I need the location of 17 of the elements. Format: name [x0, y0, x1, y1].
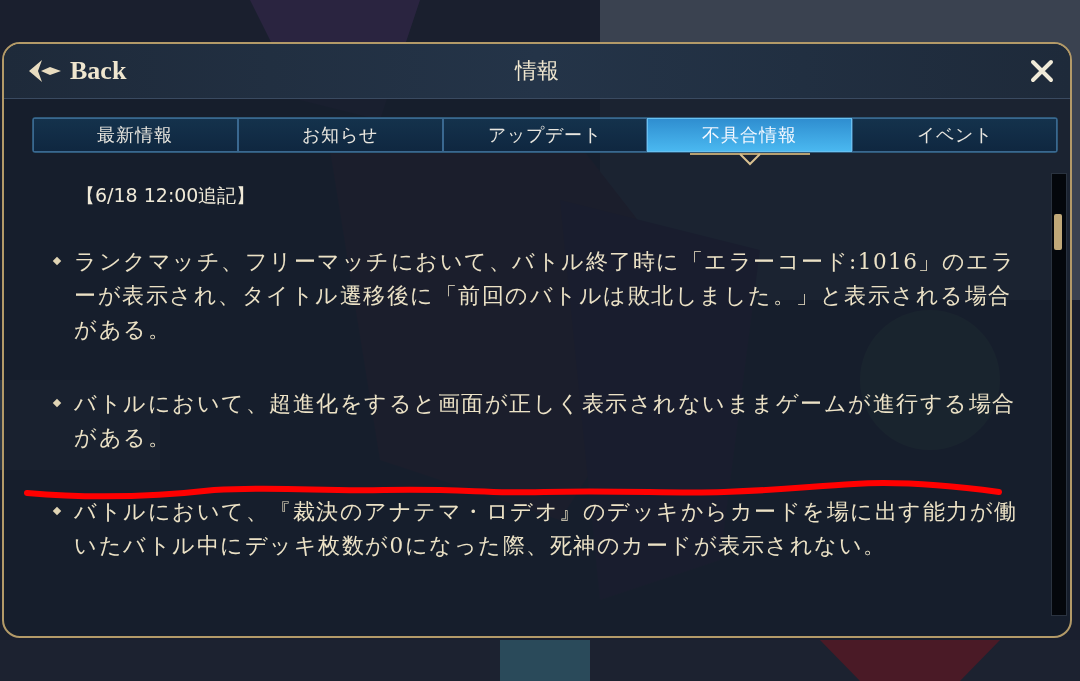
notice-paragraph: バトルにおいて、『裁決のアナテマ・ロデオ』のデッキからカードを場に出す能力が働いたバトル中にデッキ枚数が0になった際、死神のカードが表示されない。 — [74, 498, 1019, 560]
scrollbar[interactable] — [1051, 173, 1067, 616]
tab[interactable]: お知らせ — [237, 118, 443, 152]
dialog-title: 情報 — [515, 57, 559, 85]
notice-paragraph: ランクマッチ、フリーマッチにおいて、バトル終了時に「エラーコード:1016」のエラーが表示され、タイトル遷移後に「前回のバトルは敗北しました。」と表示される場合がある。 — [74, 248, 1017, 344]
bullet-icon — [52, 256, 62, 266]
back-arrow-icon — [28, 59, 62, 83]
scrollbar-thumb[interactable] — [1054, 214, 1062, 250]
tab[interactable]: イベント — [852, 118, 1057, 152]
bullet-icon — [52, 398, 62, 408]
bullet-icon — [52, 506, 62, 516]
tab[interactable]: 最新情報 — [33, 118, 238, 152]
close-icon — [1030, 59, 1054, 83]
update-heading: 【6/18 12:00追記】 — [76, 183, 257, 208]
tab[interactable]: アップデート — [442, 118, 648, 152]
back-button[interactable]: Back — [28, 54, 127, 88]
notice-paragraph: バトルにおいて、超進化をすると画面が正しく表示されないままゲームが進行する場合がある。 — [74, 390, 1017, 452]
